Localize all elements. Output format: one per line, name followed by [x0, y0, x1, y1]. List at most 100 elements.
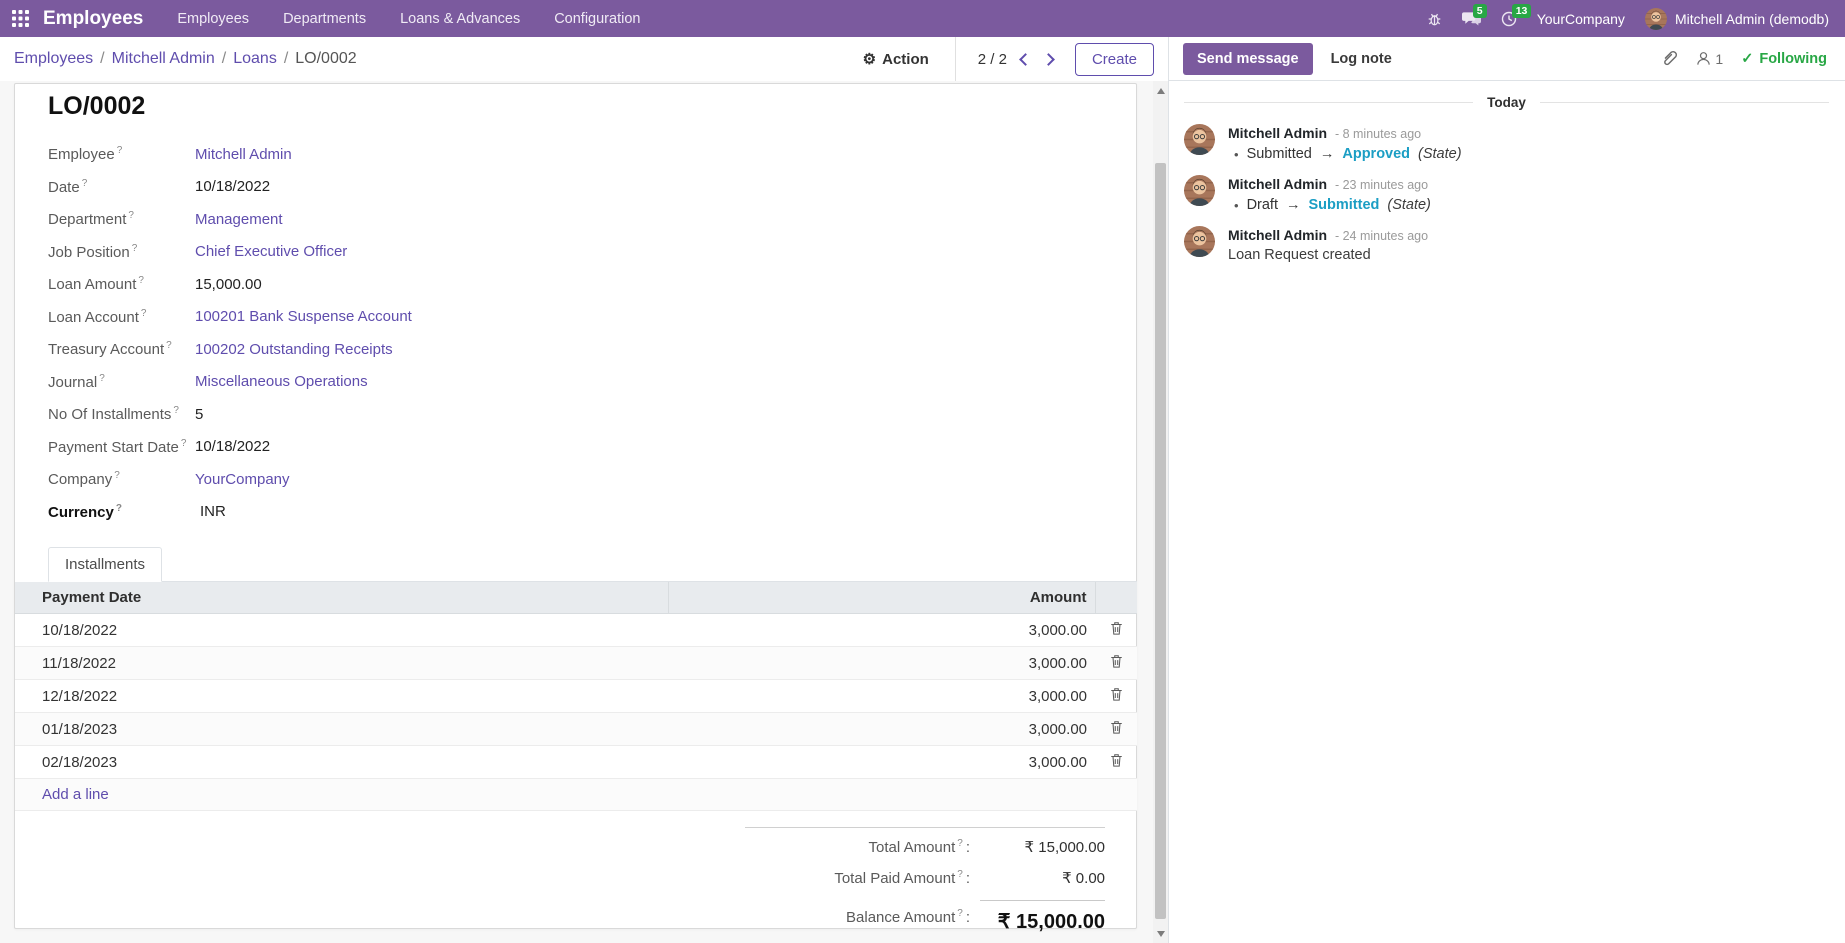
notebook-tabs: Installments: [48, 547, 1137, 582]
installment-amount[interactable]: 3,000.00: [668, 680, 1095, 713]
breadcrumb-loans[interactable]: Loans: [233, 50, 277, 68]
message-author[interactable]: Mitchell Admin: [1228, 176, 1327, 192]
breadcrumb-separator: /: [222, 50, 226, 68]
installment-row: 01/18/2023 3,000.00: [15, 713, 1137, 746]
menu-employees[interactable]: Employees: [177, 11, 249, 27]
column-header-amount[interactable]: Amount: [668, 582, 1095, 614]
field-date-value[interactable]: 10/18/2022: [195, 178, 270, 195]
followers-count: 1: [1715, 51, 1723, 67]
record-title: LO/0002: [48, 92, 1136, 121]
installment-amount[interactable]: 3,000.00: [668, 746, 1095, 779]
message-text: Loan Request created: [1228, 247, 1428, 263]
installment-date[interactable]: 02/18/2023: [15, 746, 668, 779]
app-name[interactable]: Employees: [43, 8, 143, 30]
scroll-down-arrow-icon[interactable]: [1153, 926, 1168, 941]
date-divider: Today: [1184, 95, 1829, 110]
help-marker: ?: [181, 438, 187, 449]
column-header-delete: [1095, 582, 1137, 614]
breadcrumb-employees[interactable]: Employees: [14, 50, 93, 68]
field-payment-start-date-value[interactable]: 10/18/2022: [195, 438, 270, 455]
field-employee-value[interactable]: Mitchell Admin: [195, 146, 292, 163]
message: Mitchell Admin - 24 minutes ago Loan Req…: [1184, 226, 1829, 263]
company-switcher[interactable]: YourCompany: [1537, 11, 1625, 27]
action-button[interactable]: ⚙ Action: [837, 50, 955, 68]
field-department: Department?Management: [48, 203, 1136, 236]
help-marker: ?: [166, 340, 172, 351]
totals-section: Total Amount?: ₹ 15,000.00 Total Paid Am…: [745, 827, 1105, 934]
help-marker: ?: [957, 908, 963, 919]
field-loan-amount-value[interactable]: 15,000.00: [195, 276, 262, 293]
delete-row-icon[interactable]: [1110, 720, 1123, 734]
field-date: Date?10/18/2022: [48, 171, 1136, 204]
activities-clock-icon[interactable]: 13: [1501, 11, 1517, 27]
installment-date[interactable]: 12/18/2022: [15, 680, 668, 713]
breadcrumb-separator: /: [284, 50, 288, 68]
installment-amount[interactable]: 3,000.00: [668, 647, 1095, 680]
help-marker: ?: [173, 405, 179, 416]
tracking-value: • Draft → Submitted (State): [1228, 197, 1431, 213]
field-journal: Journal?Miscellaneous Operations: [48, 366, 1136, 399]
create-button[interactable]: Create: [1075, 43, 1154, 76]
add-a-line-link[interactable]: Add a line: [15, 779, 1137, 811]
following-button[interactable]: ✓ Following: [1741, 51, 1827, 67]
installment-date[interactable]: 01/18/2023: [15, 713, 668, 746]
installment-amount[interactable]: 3,000.00: [668, 713, 1095, 746]
field-loan-account-value[interactable]: 100201 Bank Suspense Account: [195, 308, 412, 325]
total-amount-value: ₹ 15,000.00: [980, 838, 1105, 856]
help-marker: ?: [114, 470, 120, 481]
message-avatar[interactable]: [1184, 226, 1215, 257]
send-message-button[interactable]: Send message: [1183, 43, 1313, 75]
vertical-scrollbar[interactable]: [1153, 81, 1168, 943]
field-treasury-account-value[interactable]: 100202 Outstanding Receipts: [195, 341, 393, 358]
debug-bug-icon[interactable]: [1427, 11, 1442, 27]
installment-row: 02/18/2023 3,000.00: [15, 746, 1137, 779]
field-group: Employee?Mitchell Admin Date?10/18/2022 …: [48, 138, 1136, 528]
pager-previous-icon[interactable]: [1019, 53, 1032, 66]
message: Mitchell Admin - 8 minutes ago • Submitt…: [1184, 124, 1829, 162]
delete-row-icon[interactable]: [1110, 753, 1123, 767]
installment-amount[interactable]: 3,000.00: [668, 614, 1095, 647]
installment-date[interactable]: 11/18/2022: [15, 647, 668, 680]
field-payment-start-date: Payment Start Date?10/18/2022: [48, 431, 1136, 464]
message-timestamp: - 8 minutes ago: [1335, 127, 1421, 141]
field-loan-amount: Loan Amount?15,000.00: [48, 268, 1136, 301]
menu-loans-advances[interactable]: Loans & Advances: [400, 11, 520, 27]
pager-next-icon[interactable]: [1042, 53, 1055, 66]
message-avatar[interactable]: [1184, 175, 1215, 206]
tab-installments[interactable]: Installments: [48, 547, 162, 582]
message-avatar[interactable]: [1184, 124, 1215, 155]
field-treasury-account: Treasury Account?100202 Outstanding Rece…: [48, 333, 1136, 366]
form-sheet: LO/0002 Employee?Mitchell Admin Date?10/…: [14, 83, 1137, 929]
message-author[interactable]: Mitchell Admin: [1228, 227, 1327, 243]
balance-amount-value: ₹ 15,000.00: [980, 900, 1105, 934]
followers-button[interactable]: 1: [1696, 51, 1723, 67]
field-job-position-value[interactable]: Chief Executive Officer: [195, 243, 347, 260]
installment-row: 11/18/2022 3,000.00: [15, 647, 1137, 680]
chatter-panel: Send message Log note 1 ✓ Following: [1168, 37, 1845, 943]
field-journal-value[interactable]: Miscellaneous Operations: [195, 373, 368, 390]
user-menu[interactable]: Mitchell Admin (demodb): [1645, 8, 1829, 30]
scrollbar-thumb[interactable]: [1155, 163, 1166, 919]
delete-row-icon[interactable]: [1110, 654, 1123, 668]
field-company-value[interactable]: YourCompany: [195, 471, 290, 488]
menu-departments[interactable]: Departments: [283, 11, 366, 27]
breadcrumb-mitchell-admin[interactable]: Mitchell Admin: [112, 50, 215, 68]
menu-configuration[interactable]: Configuration: [554, 11, 640, 27]
help-marker: ?: [957, 869, 963, 880]
attachment-paperclip-icon[interactable]: [1661, 50, 1678, 68]
field-department-value[interactable]: Management: [195, 211, 283, 228]
messages-icon[interactable]: 5: [1462, 11, 1481, 27]
field-currency-value[interactable]: INR: [195, 503, 226, 520]
installment-date[interactable]: 10/18/2022: [15, 614, 668, 647]
field-no-of-installments-value[interactable]: 5: [195, 406, 203, 423]
apps-grid-icon[interactable]: [12, 10, 29, 27]
log-note-button[interactable]: Log note: [1317, 43, 1406, 75]
field-company: Company?YourCompany: [48, 463, 1136, 496]
scroll-up-arrow-icon[interactable]: [1153, 83, 1168, 98]
delete-row-icon[interactable]: [1110, 621, 1123, 635]
delete-row-icon[interactable]: [1110, 687, 1123, 701]
field-no-of-installments: No Of Installments?5: [48, 398, 1136, 431]
message-author[interactable]: Mitchell Admin: [1228, 125, 1327, 141]
column-header-payment-date[interactable]: Payment Date: [15, 582, 668, 614]
nav-menu: Employees Departments Loans & Advances C…: [177, 11, 640, 27]
